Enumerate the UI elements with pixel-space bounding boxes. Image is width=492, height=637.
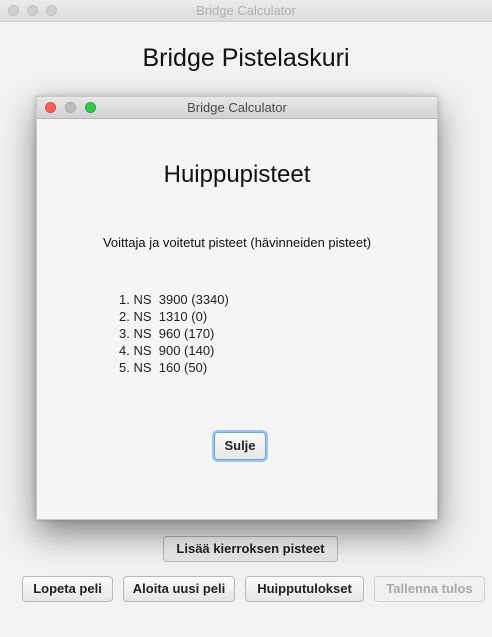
dialog-title: Bridge Calculator <box>187 100 287 115</box>
window-title: Bridge Calculator <box>196 3 296 18</box>
list-item: 3. NS 960 (170) <box>119 326 215 341</box>
save-result-button: Tallenna tulos <box>374 576 485 602</box>
quit-game-button[interactable]: Lopeta peli <box>22 576 113 602</box>
list-item: 1. NS 3900 (3340) <box>119 292 229 307</box>
main-titlebar: Bridge Calculator <box>0 0 492 22</box>
list-item: 2. NS 1310 (0) <box>119 309 208 324</box>
dialog-heading: Huippupisteet <box>163 161 311 188</box>
dialog-subtitle: Voittaja ja voitetut pisteet (hävinneide… <box>102 235 372 250</box>
top-results-button[interactable]: Huipputulokset <box>245 576 364 602</box>
app-title: Bridge Pistelaskuri <box>142 44 350 72</box>
add-round-points-button[interactable]: Lisää kierroksen pisteet <box>163 536 338 562</box>
top-scores-dialog: Bridge Calculator Huippupisteet Voittaja… <box>36 96 438 520</box>
top-scores-list: 1. NS 3900 (3340) 2. NS 1310 (0) 3. NS 9… <box>119 291 229 376</box>
dialog-titlebar: Bridge Calculator <box>37 97 437 119</box>
new-game-button[interactable]: Aloita uusi peli <box>123 576 235 602</box>
list-item: 4. NS 900 (140) <box>119 343 215 358</box>
close-button[interactable]: Sulje <box>214 432 266 460</box>
list-item: 5. NS 160 (50) <box>119 360 208 375</box>
